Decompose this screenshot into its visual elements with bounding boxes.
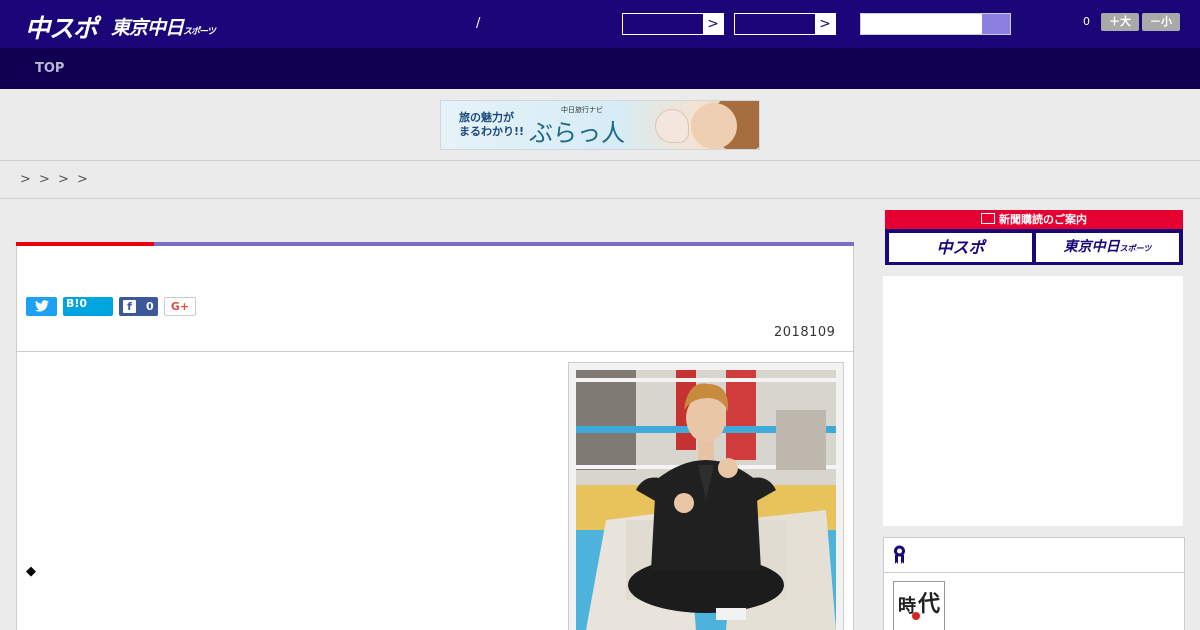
tokyo-logo-small: スポーツ xyxy=(183,27,216,37)
tokyo-chunichi-logo[interactable]: 東京中日スポーツ xyxy=(111,13,216,40)
nav-item-top[interactable]: TOP xyxy=(35,61,64,76)
breadcrumb-separator: > xyxy=(20,172,31,187)
select-dropdown-1[interactable]: > xyxy=(622,13,724,35)
facebook-share-button[interactable]: f 0 xyxy=(119,297,158,316)
subscription-title-text: 新聞購読のご案内 xyxy=(999,213,1087,226)
twitter-share-button[interactable] xyxy=(26,297,57,316)
ranking-thumbnail[interactable]: 時 代 xyxy=(893,581,945,630)
subscription-title: 新聞購読のご案内 xyxy=(885,210,1183,229)
chevron-right-icon: > xyxy=(703,14,723,34)
model-face-image xyxy=(691,103,737,149)
thumb-text-2: 代 xyxy=(918,591,941,617)
banner-line2: まるわかり!! xyxy=(459,125,525,138)
chuspo-logo[interactable]: 中スポ xyxy=(25,9,98,45)
search-button[interactable] xyxy=(982,14,1010,34)
shell-image xyxy=(655,109,689,143)
article-divider xyxy=(16,351,854,352)
search-input[interactable] xyxy=(860,13,1011,35)
hatena-bookmark-button[interactable]: B!0 xyxy=(63,297,113,316)
chevron-right-icon: > xyxy=(815,14,835,34)
sidebar-ad-slot[interactable] xyxy=(883,276,1183,526)
banner-tagline: 旅の魅力が まるわかり!! xyxy=(459,111,524,139)
header-slash: / xyxy=(476,16,481,31)
banner-logo: ぶらっ人 xyxy=(529,119,625,147)
subscribe-chuspo-button[interactable]: 中スポ xyxy=(889,233,1032,262)
font-size-count: 0 xyxy=(1083,15,1090,28)
boxer-photo-image xyxy=(576,370,836,630)
font-larger-button[interactable]: ＋大 xyxy=(1101,13,1139,31)
breadcrumb: > > > > xyxy=(0,161,1200,199)
global-nav: TOP xyxy=(0,48,1200,89)
facebook-count: 0 xyxy=(146,300,154,313)
twitter-icon xyxy=(34,300,49,312)
subscribe-tokyo-button[interactable]: 東京中日スポーツ xyxy=(1036,233,1179,262)
subscribe-tokyo-main: 東京中日 xyxy=(1063,239,1120,255)
ranking-header xyxy=(883,537,1185,573)
thumb-accent xyxy=(912,612,920,620)
article-accent-purple xyxy=(154,242,854,246)
medal-icon xyxy=(894,545,905,564)
subscription-banner[interactable]: 新聞購読のご案内 中スポ 東京中日スポーツ xyxy=(885,210,1183,265)
breadcrumb-separator: > xyxy=(39,172,50,187)
ad-banner-area: 旅の魅力が まるわかり!! 中日旅行ナビ ぶらっ人 xyxy=(0,89,1200,161)
bullet-diamond: ◆ xyxy=(26,564,36,579)
travel-ad-banner[interactable]: 旅の魅力が まるわかり!! 中日旅行ナビ ぶらっ人 xyxy=(440,100,760,150)
newspaper-icon xyxy=(981,213,995,224)
site-header: 中スポ 東京中日スポーツ / > > 0 ＋大 －小 xyxy=(0,0,1200,48)
tokyo-logo-main: 東京中日 xyxy=(111,17,184,39)
breadcrumb-separator: > xyxy=(58,172,69,187)
article-accent-red xyxy=(16,242,154,246)
select-dropdown-2[interactable]: > xyxy=(734,13,836,35)
facebook-icon: f xyxy=(123,300,136,313)
font-smaller-button[interactable]: －小 xyxy=(1142,13,1180,31)
article-date: 2018109 xyxy=(774,325,836,340)
subscribe-tokyo-small: スポーツ xyxy=(1119,244,1152,253)
breadcrumb-separator: > xyxy=(77,172,88,187)
banner-line1: 旅の魅力が xyxy=(459,111,514,124)
article-photo[interactable] xyxy=(576,370,836,630)
gplus-share-button[interactable]: G+ xyxy=(164,297,196,316)
